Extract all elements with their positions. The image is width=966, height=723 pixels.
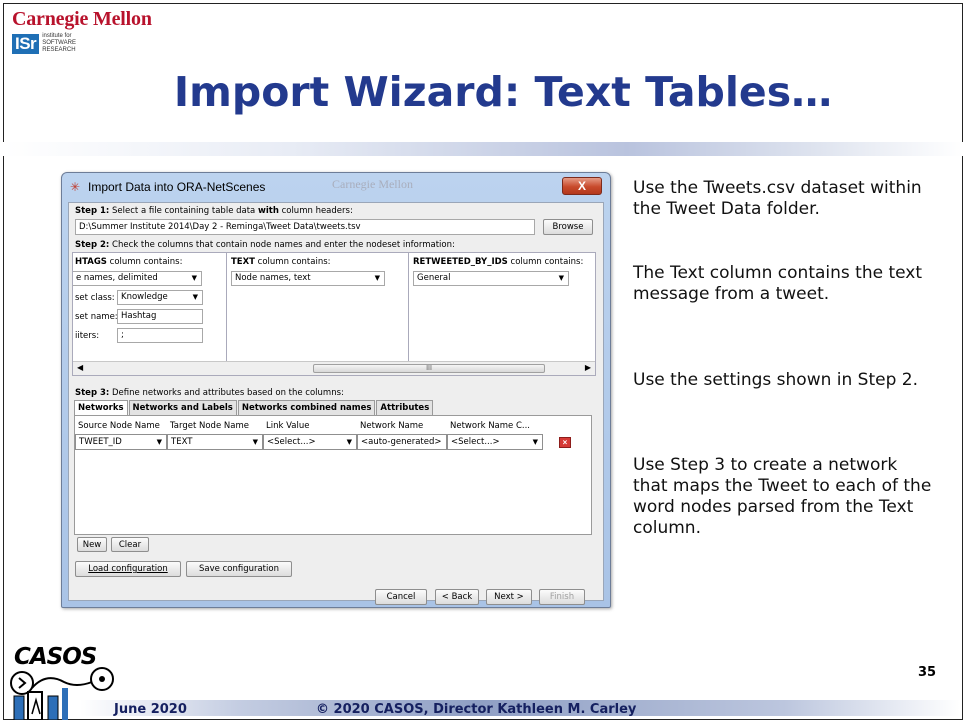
isr-logo: ISr institute for SOFTWARE RESEARCH xyxy=(12,33,76,54)
column-header: HTAGS column contains: xyxy=(75,257,183,267)
isr-logo-abbr: ISr xyxy=(12,33,40,54)
chevron-down-icon: ▼ xyxy=(192,293,198,301)
new-button[interactable]: New xyxy=(77,537,107,552)
load-configuration-button[interactable]: Load configuration xyxy=(75,561,181,577)
grid-header-cell: Network Name xyxy=(360,421,424,431)
step3-tabs: Networks Networks and Labels Networks co… xyxy=(74,400,434,415)
scroll-thumb[interactable]: III xyxy=(313,364,545,373)
network-name-combine-select[interactable]: <Select...> ▼ xyxy=(447,434,543,450)
next-button[interactable]: Next > xyxy=(486,589,532,605)
step1-label: Step 1: Select a file containing table d… xyxy=(75,206,353,216)
tab-networks-combined-names[interactable]: Networks combined names xyxy=(237,400,376,415)
close-button[interactable]: X xyxy=(562,177,602,195)
nodeset-class-label: set class: xyxy=(75,293,115,303)
grid-header: Source Node Name Target Node Name Link V… xyxy=(75,418,543,434)
table-row: TWEET_ID ▼ TEXT ▼ <Select...> ▼ <auto-gener… xyxy=(75,434,543,450)
column-panel-hashtags: HTAGS column contains: e names, delimite… xyxy=(73,253,227,361)
link-value-select[interactable]: <Select...> ▼ xyxy=(263,434,357,450)
tab-networks[interactable]: Networks xyxy=(74,400,128,415)
grid-header-cell: Link Value xyxy=(266,421,310,431)
source-node-select[interactable]: TWEET_ID ▼ xyxy=(75,434,167,450)
step3-label: Step 3: Define networks and attributes b… xyxy=(75,388,344,398)
grid-header-cell: Source Node Name xyxy=(78,421,160,431)
target-node-select[interactable]: TEXT ▼ xyxy=(167,434,263,450)
column-header: RETWEETED_BY_IDS column contains: xyxy=(413,257,584,267)
dialog-title: Import Data into ORA-NetScenes xyxy=(88,180,266,194)
delimiters-field[interactable]: ; xyxy=(117,328,203,343)
tab-networks-and-labels[interactable]: Networks and Labels xyxy=(128,400,237,415)
column-panel-text: TEXT column contains: Node names, text ▼ xyxy=(227,253,409,361)
note-step3: Use Step 3 to create a network that maps… xyxy=(633,455,932,538)
column-panel-retweeted: RETWEETED_BY_IDS column contains: Genera… xyxy=(409,253,595,361)
isr-logo-sub: institute for SOFTWARE RESEARCH xyxy=(42,33,76,53)
back-button[interactable]: < Back xyxy=(435,589,479,605)
finish-button[interactable]: Finish xyxy=(539,589,585,605)
chevron-down-icon: ▼ xyxy=(191,274,197,282)
grid-header-cell: Target Node Name xyxy=(170,421,249,431)
delimiters-label: iiters: xyxy=(75,331,100,341)
file-path-field[interactable]: D:\Summer Institute 2014\Day 2 - Reminga… xyxy=(75,219,535,235)
note-step2: Use the settings shown in Step 2. xyxy=(633,370,919,390)
horizontal-scrollbar[interactable]: ◀ III ▶ xyxy=(73,361,595,375)
nodeset-name-field[interactable]: Hashtag xyxy=(117,309,203,324)
tab-attributes[interactable]: Attributes xyxy=(376,400,434,415)
cmu-logo-text: Carnegie Mellon xyxy=(12,8,152,30)
column-panels: HTAGS column contains: e names, delimite… xyxy=(72,252,596,376)
casos-logo-icon xyxy=(10,667,114,720)
import-dialog: ✳ Import Data into ORA-NetScenes Carnegi… xyxy=(61,172,611,608)
chevron-down-icon: ▼ xyxy=(346,438,352,446)
nodeset-class-select[interactable]: Knowledge ▼ xyxy=(117,290,203,305)
dialog-body: Step 1: Select a file containing table d… xyxy=(68,202,604,605)
scroll-right-icon[interactable]: ▶ xyxy=(585,363,591,372)
footer-date: June 2020 xyxy=(114,702,187,717)
delete-row-icon[interactable]: × xyxy=(559,437,571,448)
column-header: TEXT column contains: xyxy=(231,257,331,267)
column-type-select[interactable]: e names, delimited ▼ xyxy=(73,271,202,286)
chevron-down-icon: ▼ xyxy=(252,438,258,446)
note-text-column: The Text column contains the text messag… xyxy=(633,263,923,304)
page-number: 35 xyxy=(918,665,937,680)
column-type-select[interactable]: General ▼ xyxy=(413,271,569,286)
save-configuration-button[interactable]: Save configuration xyxy=(186,561,292,577)
title-rule xyxy=(3,142,963,156)
app-icon: ✳ xyxy=(70,180,81,194)
slide-title: Import Wizard: Text Tables… xyxy=(173,68,833,116)
step2-label: Step 2: Check the columns that contain n… xyxy=(75,240,455,250)
scroll-left-icon[interactable]: ◀ xyxy=(77,363,83,372)
note-dataset: Use the Tweets.csv dataset within the Tw… xyxy=(633,178,922,219)
background-window-text: Carnegie Mellon xyxy=(332,177,413,191)
grid-header-cell: Network Name C... xyxy=(450,421,531,431)
browse-button[interactable]: Browse xyxy=(543,219,593,235)
column-type-select[interactable]: Node names, text ▼ xyxy=(231,271,385,286)
chevron-down-icon: ▼ xyxy=(156,438,162,446)
network-grid: Source Node Name Target Node Name Link V… xyxy=(74,415,592,535)
cancel-button[interactable]: Cancel xyxy=(375,589,427,605)
chevron-down-icon: ▼ xyxy=(532,438,538,446)
nodeset-name-label: set name: xyxy=(75,312,118,322)
chevron-down-icon: ▼ xyxy=(558,274,564,282)
chevron-down-icon: ▼ xyxy=(374,274,380,282)
clear-button[interactable]: Clear xyxy=(111,537,149,552)
footer-copyright: © 2020 CASOS, Director Kathleen M. Carle… xyxy=(316,702,637,717)
network-name-field[interactable]: <auto-generated> xyxy=(357,434,447,450)
dialog-titlebar[interactable]: ✳ Import Data into ORA-NetScenes Carnegi… xyxy=(62,173,610,201)
